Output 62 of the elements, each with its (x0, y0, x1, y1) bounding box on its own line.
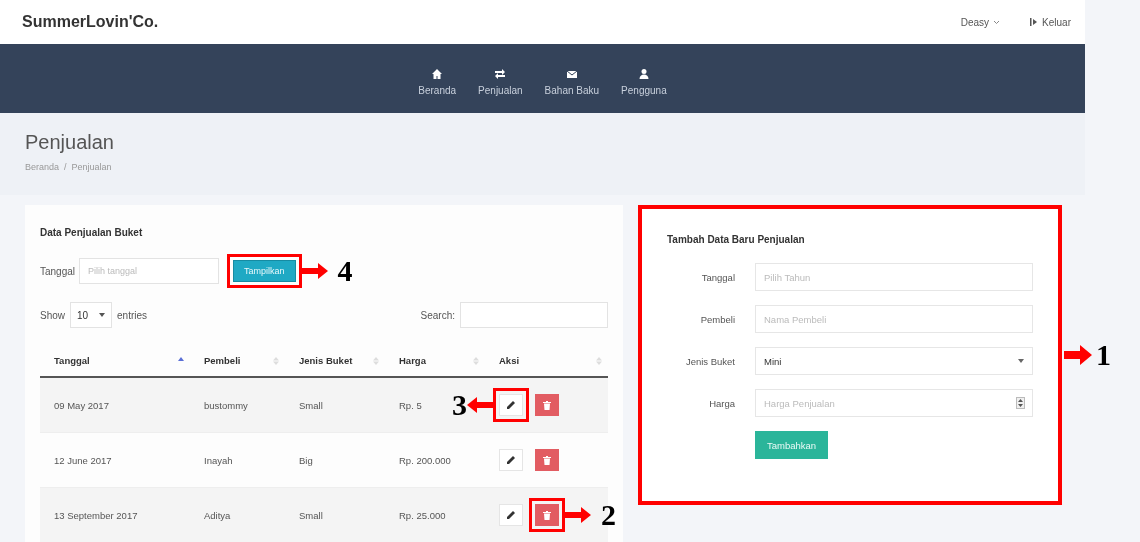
bouquet-type-select[interactable]: Mini (755, 347, 1033, 375)
field-label: Pembeli (699, 313, 735, 327)
table-cell: Small (285, 377, 385, 433)
caret-icon (993, 19, 1001, 25)
brand-name[interactable]: SummerLovin'Co. (22, 13, 159, 31)
table-cell: Small (285, 487, 385, 542)
search-label: Search: (420, 309, 455, 321)
exchange-icon (494, 67, 507, 80)
user-menu[interactable]: Deasy (960, 16, 1001, 28)
table-cell: 09 May 2017 (40, 377, 190, 433)
edit-button[interactable] (499, 394, 523, 416)
delete-button[interactable] (535, 504, 559, 526)
pencil-icon (506, 455, 516, 465)
field-label: Tanggal (700, 271, 735, 285)
pencil-icon (506, 510, 516, 520)
callout-number: 2 (601, 500, 616, 530)
show-label: Show (40, 309, 65, 321)
delete-button[interactable] (535, 449, 559, 471)
table-cell: Aditya (190, 487, 285, 542)
callout-number: 3 (452, 390, 467, 420)
spinner-icon (1016, 397, 1025, 409)
table-cell: Big (285, 432, 385, 488)
breadcrumb-separator: / (64, 162, 67, 172)
edit-button[interactable] (499, 449, 523, 471)
entries-label: entries (117, 309, 148, 321)
field-label: Tanggal (40, 265, 76, 277)
nav-item[interactable]: Beranda (418, 61, 457, 96)
home-icon (431, 67, 444, 80)
trash-icon (543, 455, 551, 465)
caret-icon (1018, 359, 1024, 363)
table-cell: bustommy (190, 377, 285, 433)
price-field[interactable]: Harga Penjualan (755, 389, 1033, 417)
callout-arrow (1064, 345, 1092, 365)
table-cell: Inayah (190, 432, 285, 488)
table-cell: Rp. 200.000 (385, 432, 485, 488)
text-field[interactable]: Pilih Tahun (755, 263, 1033, 291)
field-label: Jenis Buket (684, 355, 735, 369)
logout-link[interactable]: Keluar (1030, 16, 1071, 28)
nav-item[interactable]: Pengguna (621, 61, 667, 96)
search-field[interactable] (460, 302, 608, 328)
table-cell: 12 June 2017 (40, 432, 190, 488)
page-title: Penjualan (25, 131, 115, 154)
trash-icon (543, 510, 551, 520)
panel-title: Tambah Data Baru Penjualan (667, 234, 806, 245)
user-icon (637, 67, 650, 80)
nav-item[interactable]: Bahan Baku (544, 61, 600, 96)
callout-number: 1 (1096, 340, 1111, 370)
table-cell: Rp. 25.000 (385, 487, 485, 542)
pencil-icon (506, 400, 516, 410)
entries-select[interactable]: 10 (70, 302, 112, 328)
text-field[interactable]: Nama Pembeli (755, 305, 1033, 333)
date-field[interactable]: Pilih tanggal (79, 258, 220, 284)
caret-icon (99, 313, 105, 317)
table-cell: 13 September 2017 (40, 487, 190, 542)
nav-item[interactable]: Penjualan (478, 61, 523, 96)
delete-button[interactable] (535, 394, 559, 416)
trash-icon (543, 400, 551, 410)
panel-title: Data Penjualan Buket (40, 227, 144, 238)
logout-icon (1030, 18, 1039, 26)
callout-number: 4 (337, 256, 353, 286)
edit-button[interactable] (499, 504, 523, 526)
field-label: Harga (708, 397, 735, 411)
